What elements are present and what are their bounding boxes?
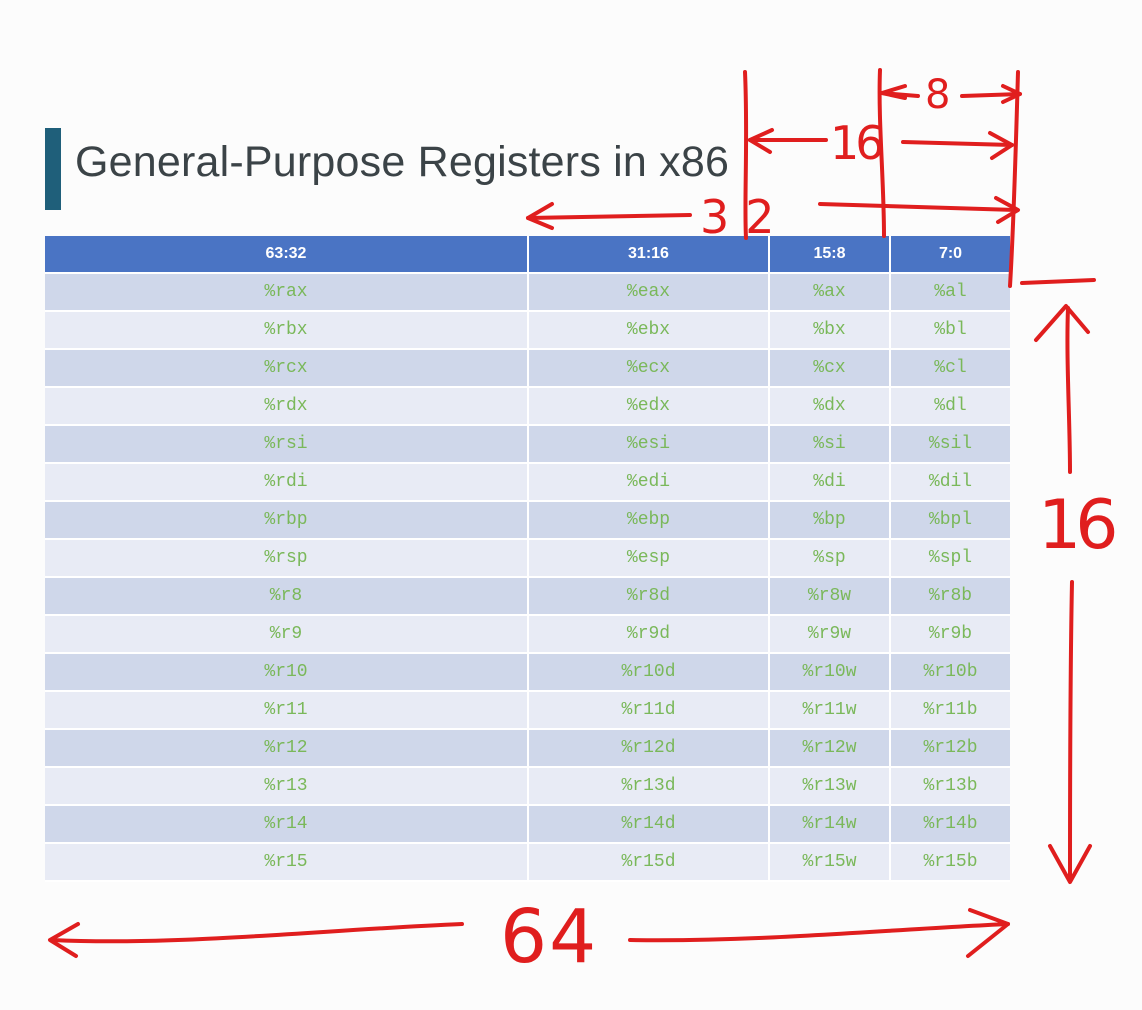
- annotation-width-16: 16: [830, 116, 885, 170]
- arrow-16-line-right: [901, 140, 1014, 147]
- arrow-64-head-right: [966, 908, 1010, 958]
- arrow-64-line-left: [50, 922, 464, 944]
- arrow-32-line-left: [526, 213, 692, 220]
- annotation-width-32: 32: [700, 190, 791, 244]
- arrow-64-line-right: [628, 922, 1010, 943]
- arrow-rows-up-head: [1034, 304, 1090, 342]
- arrow-rows-up-line: [1065, 306, 1072, 474]
- handwritten-annotations: [48, 68, 1096, 958]
- bracket-top-tick: [1020, 278, 1096, 285]
- arrow-8-line-right: [960, 92, 1022, 98]
- annotation-register-count-16: 16: [1038, 486, 1118, 565]
- annotation-width-8: 8: [925, 72, 951, 118]
- slide: General-Purpose Registers in x86 63:32 3…: [0, 0, 1142, 1010]
- arrow-rows-down-line: [1068, 580, 1074, 882]
- annotation-line-right: [1008, 70, 1020, 288]
- annotation-width-64: 64: [500, 894, 599, 980]
- arrow-32-line-right: [818, 202, 1018, 212]
